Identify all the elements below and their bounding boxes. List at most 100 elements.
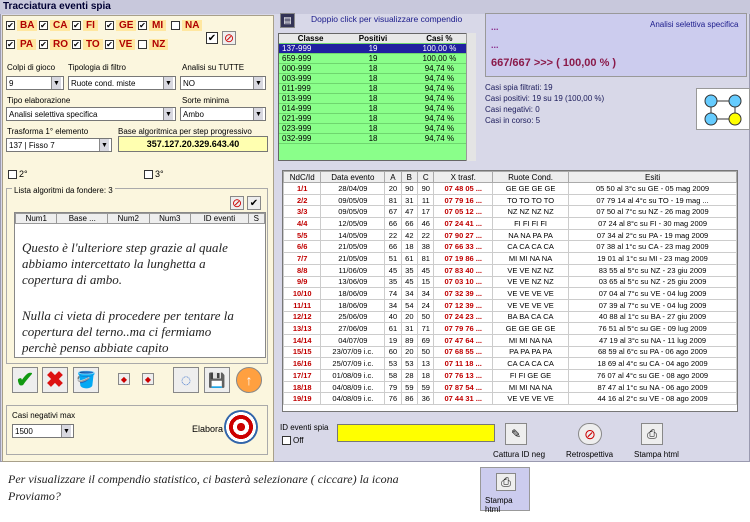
clear-list-icon[interactable]: ⊘ (230, 196, 244, 210)
cattura-icon[interactable]: ✎ (505, 423, 527, 445)
ruota-label: FI (83, 20, 98, 31)
table-cell: 16/16 (283, 357, 322, 370)
table-row[interactable]: 17/17 01/08/09 i.c. 58 28 18 07 76 13 ... FI F… (283, 369, 737, 382)
table-row[interactable]: 4/4 12/05/09 66 66 46 07 24 41 ... FI FI FI FI… (283, 217, 737, 230)
caption-stampa-button[interactable]: ⎙ Stampa html (480, 467, 530, 514)
table-row[interactable]: 13/13 27/06/09 61 31 71 07 79 76 ... GE GE GE … (283, 322, 737, 335)
table-row[interactable]: 023-999 18 94,74 % (279, 123, 475, 134)
ruota-checkbox-pa[interactable]: ✔ PA (6, 39, 37, 50)
option-3-checkbox[interactable]: 3° (144, 169, 164, 179)
table-cell: 94,74 % (403, 83, 475, 94)
ruota-checkbox-ca[interactable]: ✔ CA (39, 20, 71, 31)
table-row[interactable]: 032-999 18 94,74 % (279, 133, 475, 144)
table-row[interactable]: 7/7 21/05/09 51 61 81 07 19 86 ... MI MI NA NA… (283, 252, 737, 265)
table-row[interactable]: 8/8 11/06/09 45 35 45 07 83 40 ... VE VE NZ NZ… (283, 263, 737, 277)
ruota-checkbox-ge[interactable]: ✔ GE (105, 20, 137, 31)
ruota-checkbox-fi[interactable]: ✔ FI (72, 20, 98, 31)
base-value-field[interactable]: 357.127.20.329.643.40 (118, 136, 268, 152)
table-row[interactable]: 014-999 18 94,74 % (279, 103, 475, 114)
table-row[interactable]: 11/11 18/06/09 34 54 24 07 12 39 ... VE VE VE … (283, 298, 737, 312)
table-row[interactable]: 12/12 25/06/09 40 20 50 07 24 23 ... BA BA CA … (283, 310, 737, 324)
table-row[interactable]: 011-999 18 94,74 % (279, 83, 475, 94)
off-checkbox[interactable]: Off (282, 436, 304, 445)
class-table[interactable]: Classe Positivi Casi % 137-999 19 100,00 % 659… (278, 33, 476, 161)
table-row[interactable]: 10/10 18/06/09 74 34 34 07 32 39 ... VE VE VE … (283, 287, 737, 300)
table-row[interactable]: 000-999 18 94,74 % (279, 63, 475, 74)
table-cell: 1/1 (283, 182, 322, 195)
retrospettiva-icon[interactable]: ⊘ (578, 423, 602, 445)
colpi-select[interactable]: 9 ▼ (6, 76, 64, 90)
tipologia-select[interactable]: Ruote cond. miste ▼ (68, 76, 176, 90)
trasforma-select[interactable]: 137 | Fisso 7 ▼ (6, 138, 112, 152)
analisi-select[interactable]: NO ▼ (180, 76, 266, 90)
table-cell: 09/05/09 (320, 205, 386, 219)
table-row[interactable]: 013-999 18 94,74 % (279, 93, 475, 104)
abc-diagram-icon[interactable] (696, 88, 750, 130)
table-row[interactable]: 9/9 13/06/09 35 45 15 07 03 10 ... VE VE NZ NZ… (283, 275, 737, 289)
table-row[interactable]: 18/18 04/08/09 i.c. 79 59 59 07 87 54 ... MI M… (283, 380, 737, 394)
table-row[interactable]: 16/16 25/07/09 i.c. 53 53 13 07 11 18 ... CA C… (283, 357, 737, 370)
elabora-target-icon[interactable] (224, 410, 258, 444)
table-cell: 07 24 41 ... (433, 217, 494, 230)
table-row[interactable]: 5/5 14/05/09 22 42 22 07 90 27 ... NA NA PA PA… (283, 228, 737, 242)
table-cell: 100,00 % (403, 43, 475, 54)
printer-icon[interactable]: ⎙ (641, 423, 663, 445)
chevron-down-icon: ▼ (253, 108, 263, 120)
retrospettiva-label[interactable]: Retrospettiva (566, 450, 613, 459)
ruota-checkbox-nz[interactable]: NZ (138, 39, 169, 50)
refresh-icon[interactable]: ◌ (173, 367, 199, 393)
trasforma-value: 137 | Fisso 7 (9, 140, 55, 150)
table-row[interactable]: 2/2 09/05/09 81 31 11 07 79 16 ... TO TO TO TO… (283, 193, 737, 207)
up-arrow-icon[interactable]: ↑ (236, 367, 262, 393)
table-cell: 032-999 (279, 133, 343, 144)
casi-select[interactable]: 1500 ▼ (12, 424, 74, 438)
table-cell: 86 (400, 392, 419, 406)
table-row[interactable]: 021-999 18 94,74 % (279, 113, 475, 124)
check-icon[interactable]: ✔ (247, 196, 261, 210)
table-cell: 013-999 (279, 93, 343, 104)
tipologia-value: Ruote cond. miste (71, 78, 136, 88)
table-row[interactable]: 14/14 04/07/09 19 89 69 07 47 64 ... MI MI NA … (283, 333, 737, 347)
table-cell: 07 05 12 ... (433, 205, 494, 219)
sorte-select[interactable]: Ambo ▼ (180, 107, 266, 121)
ruota-checkbox-ba[interactable]: ✔ BA (6, 20, 38, 31)
table-row[interactable]: 1/1 28/04/09 20 90 90 07 48 05 ... GE GE GE GE… (283, 182, 737, 195)
table-row[interactable]: 15/15 23/07/09 i.c. 60 20 50 07 68 55 ... PA P… (283, 345, 737, 359)
stampa-label[interactable]: Stampa html (634, 450, 679, 459)
table-row[interactable]: 659-999 19 100,00 % (279, 53, 475, 64)
class-scrollbar[interactable] (466, 33, 476, 161)
option-2-checkbox[interactable]: 2° (8, 169, 28, 179)
delete-icon[interactable]: ✖ (42, 367, 68, 393)
table-cell: 94,74 % (403, 113, 475, 124)
ruota-checkbox-ro[interactable]: ✔ RO (39, 39, 71, 50)
cattura-label[interactable]: Cattura ID neg (493, 450, 545, 459)
table-row[interactable]: 19/19 04/08/09 i.c. 76 86 36 07 44 31 ... VE V… (283, 392, 737, 406)
save-icon[interactable]: 💾 (204, 367, 230, 393)
small-red-icon-1[interactable]: ◆ (118, 373, 130, 385)
ruota-checkbox-ve[interactable]: ✔ VE (105, 39, 136, 50)
ruota-checkbox-na[interactable]: NA (171, 20, 203, 31)
table-cell: 94,74 % (403, 93, 475, 104)
id-eventi-input[interactable] (337, 424, 495, 442)
ruota-checkbox-to[interactable]: ✔ TO (72, 39, 103, 50)
tipo-select[interactable]: Analisi selettiva specifica ▼ (6, 107, 176, 121)
column-header: Positivi (342, 34, 404, 44)
table-cell: 25/06/09 (320, 310, 386, 324)
table-cell: 94,74 % (403, 73, 475, 84)
clear-icon[interactable]: ⊘ (222, 31, 236, 45)
analisi-result: 667/667 >>> ( 100,00 % ) (491, 57, 617, 69)
ruote-checkboxes: ✔ BA ✔ CA ✔ FI ✔ GE ✔ MI NA ✔ PA ✔ RO ✔ TO ✔ VE NZ (6, 20, 206, 56)
results-table[interactable]: NdC/Id Data evento A B C X trasf. Ruote Cond. E… (282, 170, 738, 412)
confirm-icon[interactable]: ✔ (12, 367, 38, 393)
lista-label: Lista algoritmi da fondere: 3 (12, 186, 115, 195)
compendio-icon[interactable]: ▤ (280, 13, 295, 28)
bucket-icon[interactable]: 🪣 (73, 367, 99, 393)
check-all-checkbox[interactable]: ✔ (206, 32, 218, 44)
table-row[interactable]: 137-999 19 100,00 % (279, 43, 475, 54)
table-cell: 18 (342, 113, 404, 124)
small-red-icon-2[interactable]: ◆ (142, 373, 154, 385)
table-row[interactable]: 6/6 21/05/09 66 18 38 07 66 33 ... CA CA CA CA… (283, 240, 737, 254)
table-row[interactable]: 003-999 18 94,74 % (279, 73, 475, 84)
ruota-checkbox-mi[interactable]: ✔ MI (138, 20, 167, 31)
table-row[interactable]: 3/3 09/05/09 67 47 17 07 05 12 ... NZ NZ NZ NZ… (283, 205, 737, 219)
